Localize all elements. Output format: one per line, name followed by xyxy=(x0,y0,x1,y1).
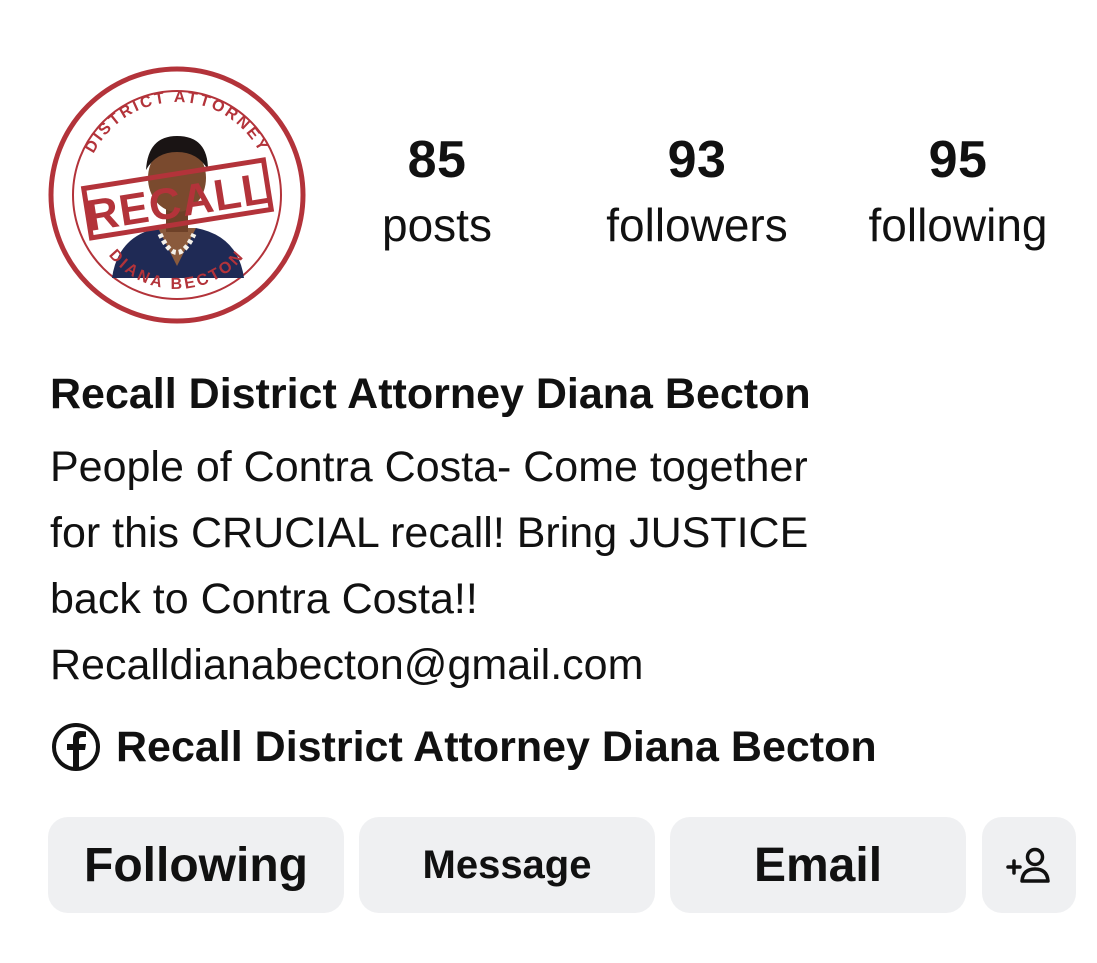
following-label: following xyxy=(868,199,1048,251)
posts-label: posts xyxy=(382,199,492,251)
facebook-link[interactable]: Recall District Attorney Diana Becton xyxy=(50,716,877,778)
posts-count: 85 xyxy=(407,131,467,189)
followers-stat[interactable]: 93 followers xyxy=(582,128,812,256)
suggested-accounts-button[interactable] xyxy=(982,817,1076,913)
profile-stats: 85 posts 93 followers 95 following xyxy=(340,128,1097,268)
following-button[interactable]: Following xyxy=(48,817,344,913)
profile-name: Recall District Attorney Diana Becton xyxy=(50,370,811,418)
facebook-icon xyxy=(52,723,100,771)
profile-avatar[interactable]: RECALL DISTRICT ATTORNEY DIANA BECTON xyxy=(48,66,306,324)
following-stat[interactable]: 95 following xyxy=(843,128,1073,256)
posts-stat[interactable]: 85 posts xyxy=(322,128,552,256)
profile-bio: People of Contra Costa- Come together fo… xyxy=(50,443,809,689)
message-button[interactable]: Message xyxy=(359,817,655,913)
email-button[interactable]: Email xyxy=(670,817,966,913)
recall-logo-image: RECALL DISTRICT ATTORNEY DIANA BECTON xyxy=(48,66,306,324)
following-count: 95 xyxy=(928,131,988,189)
facebook-link-text: Recall District Attorney Diana Becton xyxy=(116,723,877,771)
add-person-icon xyxy=(1006,847,1050,883)
followers-label: followers xyxy=(606,199,788,251)
followers-count: 93 xyxy=(667,131,727,189)
